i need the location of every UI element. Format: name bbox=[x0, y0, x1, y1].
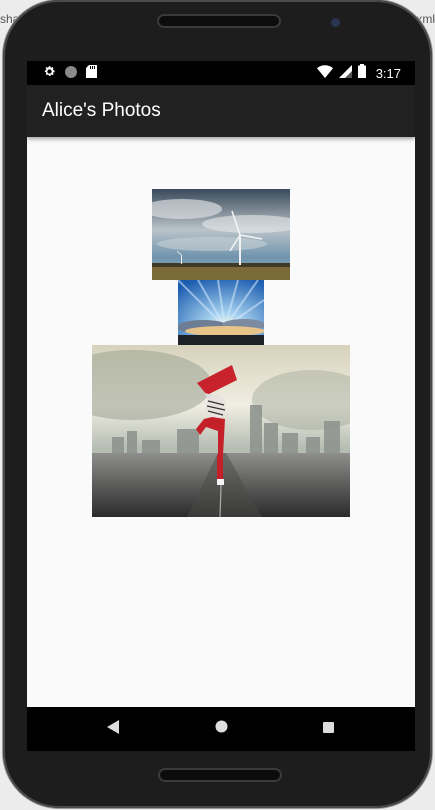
app-title: Alice's Photos bbox=[42, 100, 161, 121]
device-screen: 3:17 Alice's Photos bbox=[27, 61, 415, 751]
wifi-icon bbox=[316, 64, 333, 83]
battery-icon bbox=[357, 64, 366, 83]
back-button[interactable] bbox=[83, 707, 143, 751]
photo-gallery bbox=[27, 137, 415, 707]
top-speaker-grille bbox=[157, 14, 281, 28]
back-icon bbox=[107, 719, 119, 739]
bottom-speaker-grille bbox=[158, 768, 282, 782]
photo-wind-turbine[interactable] bbox=[152, 189, 290, 280]
sd-card-icon bbox=[86, 65, 97, 83]
front-camera bbox=[331, 18, 340, 27]
home-icon bbox=[215, 720, 228, 738]
recents-icon bbox=[322, 720, 334, 738]
app-bar: Alice's Photos bbox=[27, 85, 415, 137]
status-bar: 3:17 bbox=[27, 61, 415, 85]
circle-icon bbox=[65, 65, 77, 83]
signal-icon bbox=[338, 64, 352, 83]
status-time: 3:17 bbox=[375, 66, 401, 81]
photo-sun-rays[interactable] bbox=[178, 280, 264, 345]
home-button[interactable] bbox=[191, 707, 251, 751]
photo-dancer-city-road[interactable] bbox=[92, 345, 350, 517]
recents-button[interactable] bbox=[298, 707, 358, 751]
phone-device-frame: 3:17 Alice's Photos bbox=[3, 0, 432, 808]
gear-icon bbox=[43, 65, 56, 83]
navigation-bar bbox=[27, 707, 415, 751]
